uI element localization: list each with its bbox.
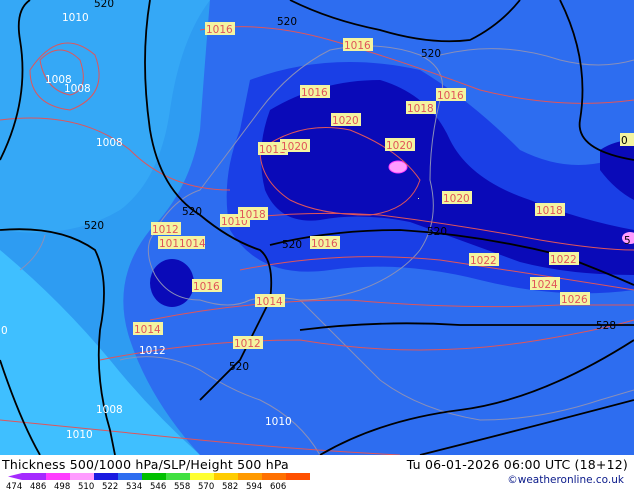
isobar-label: 1022 [470,255,497,267]
isobar-label: 1018 [239,209,266,221]
isobar-label: 1016 [311,238,338,250]
isobar-label: 1008 [96,137,123,149]
scale-tick-label: 546 [150,482,166,490]
height-label: 520 [182,206,202,218]
weather-map-view: 520 520 520 520 520 520 520 520 528 1010… [0,0,634,490]
isobar-label: 1020 [332,115,359,127]
isobar-label: 1020 [386,140,413,152]
scale-tick-label: 534 [126,482,142,490]
height-label: 520 [277,16,297,28]
isobar-label: 1008 [96,404,123,416]
scale-swatch [238,473,262,480]
thickness-map: 520 520 520 520 520 520 520 520 528 1010… [0,0,634,455]
scale-swatch [286,473,310,480]
isobar-label: 1022 [550,254,577,266]
isobar-label: 1016 [193,281,220,293]
isobar-label: 1026 [561,294,588,306]
scale-tick-label: 558 [174,482,190,490]
scale-tick-label: 474 [6,482,22,490]
map-title: Thickness 500/1000 hPa/SLP/Height 500 hP… [2,457,289,472]
isobar-label: 1016 [206,24,233,36]
height-label: 520 [84,220,104,232]
scale-swatch [166,473,190,480]
isobar-label: 1014 [134,324,161,336]
scale-swatch [118,473,142,480]
isobar-label: 1018 [407,103,434,115]
scale-tick-label: 522 [102,482,118,490]
edge-label: 0 [1,325,8,337]
scale-tick-label: 486 [30,482,46,490]
isobar-label: 1014 [256,296,283,308]
edge-label: 0 [621,135,628,147]
isobar-label: 1012 [139,345,166,357]
isobar-label: 1010 [265,416,292,428]
pink-marker [388,160,408,174]
scale-tick-label: 594 [246,482,262,490]
scale-tick-label: 498 [54,482,70,490]
scale-tick-label: 510 [78,482,94,490]
isobar-label: 1016 [301,87,328,99]
isobar-label: 1016 [437,90,464,102]
valid-time: Tu 06-01-2026 06:00 UTC (18+12) [406,457,628,472]
scale-swatch [214,473,238,480]
scale-swatch [94,473,118,480]
scale-tick-label: 570 [198,482,214,490]
height-label: 528 [596,320,616,332]
scale-swatch [262,473,286,480]
height-label: 520 [94,0,114,10]
color-scale: 474 486 498 510 522 534 546 558 570 582 594 606 [6,473,310,490]
height-label: 520 [229,361,249,373]
credit-link[interactable]: ©weatheronline.co.uk [507,474,624,486]
height-label: 520 [427,226,447,238]
isobar-label: 1024 [531,279,558,291]
isobar-label: 1016 [344,40,371,52]
scale-swatch [22,473,46,480]
isobar-label: 1012 [152,224,179,236]
dark-blob-norway [150,259,194,307]
scale-arrow [8,473,22,480]
isobar-label: 1020 [281,141,308,153]
isobar-label: 1010 [66,429,93,441]
scale-swatch [70,473,94,480]
isobar-label: 1014 [179,238,206,250]
scale-swatch [190,473,214,480]
map-footer: Thickness 500/1000 hPa/SLP/Height 500 hP… [0,455,634,490]
scale-swatch [142,473,166,480]
isobar-label: 1010 [62,12,89,24]
height-label: 520 [282,239,302,251]
scale-tick-label: 606 [270,482,286,490]
isobar-label: 1012 [234,338,261,350]
isobar-label: 1020 [443,193,470,205]
scale-swatch [46,473,70,480]
height-label: 520 [421,48,441,60]
isobar-label: 1018 [536,205,563,217]
scale-tick-label: 582 [222,482,238,490]
isobar-label: 1008 [64,83,91,95]
edge-label: 5 [624,235,631,247]
